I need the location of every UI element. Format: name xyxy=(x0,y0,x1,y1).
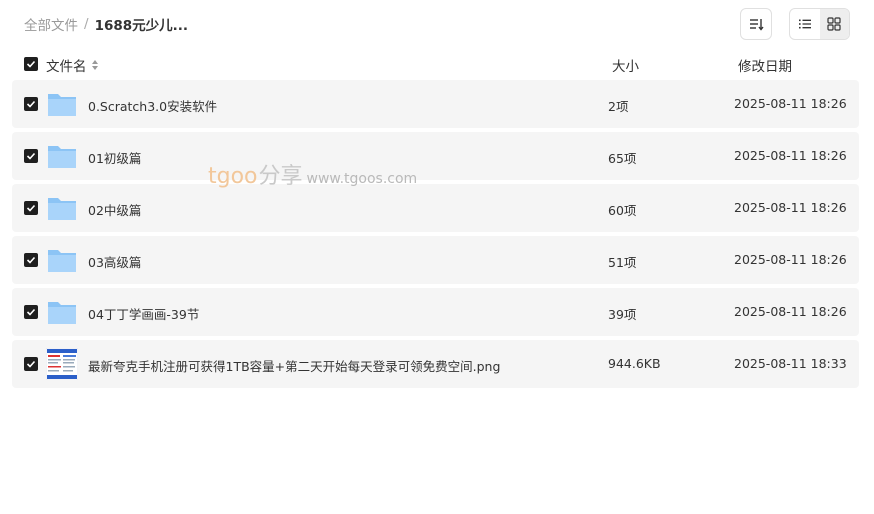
select-all-checkbox[interactable] xyxy=(24,57,38,71)
file-list: 0.Scratch3.0安装软件 2项 2025-08-11 18:26 01初… xyxy=(12,80,859,392)
check-icon xyxy=(26,360,36,368)
breadcrumb-root-link[interactable]: 全部文件 xyxy=(24,14,78,34)
name-column-header[interactable]: 文件名 xyxy=(46,55,100,75)
folder-icon xyxy=(48,250,76,272)
sort-icon xyxy=(750,19,764,31)
breadcrumb-separator: / xyxy=(84,16,89,32)
row-checkbox[interactable] xyxy=(24,357,38,371)
file-row[interactable]: 01初级篇 65项 2025-08-11 18:26 xyxy=(12,132,859,180)
file-row[interactable]: 03高级篇 51项 2025-08-11 18:26 xyxy=(12,236,859,284)
file-size: 2项 xyxy=(608,99,629,114)
table-header: 文件名 大小 修改日期 xyxy=(0,52,874,76)
file-size: 60项 xyxy=(608,203,637,218)
folder-icon xyxy=(48,146,76,168)
file-name[interactable]: 01初级篇 xyxy=(88,148,141,167)
row-checkbox[interactable] xyxy=(24,149,38,163)
list-view-button[interactable] xyxy=(790,9,820,39)
watermark: tgoo 分享 www.tgoos.com xyxy=(208,158,417,190)
file-name[interactable]: 0.Scratch3.0安装软件 xyxy=(88,96,217,115)
file-name[interactable]: 04丁丁学画画-39节 xyxy=(88,304,199,323)
file-name[interactable]: 最新夸克手机注册可获得1TB容量+第二天开始每天登录可领免费空间.png xyxy=(88,356,500,375)
check-icon xyxy=(26,204,36,212)
watermark-url: www.tgoos.com xyxy=(306,171,418,187)
row-checkbox[interactable] xyxy=(24,201,38,215)
folder-icon xyxy=(48,198,76,220)
file-name[interactable]: 02中级篇 xyxy=(88,200,141,219)
grid-view-icon xyxy=(827,17,841,31)
file-row[interactable]: 最新夸克手机注册可获得1TB容量+第二天开始每天登录可领免费空间.png 944… xyxy=(12,340,859,388)
file-size: 51项 xyxy=(608,255,637,270)
file-date: 2025-08-11 18:26 xyxy=(734,200,847,215)
file-date: 2025-08-11 18:26 xyxy=(734,252,847,267)
check-icon xyxy=(26,152,36,160)
watermark-brand: tgoo xyxy=(208,164,258,189)
file-date: 2025-08-11 18:33 xyxy=(734,356,847,371)
image-thumbnail-icon xyxy=(46,348,78,380)
file-row[interactable]: 04丁丁学画画-39节 39项 2025-08-11 18:26 xyxy=(12,288,859,336)
file-size: 65项 xyxy=(608,151,637,166)
file-date: 2025-08-11 18:26 xyxy=(734,96,847,111)
row-checkbox[interactable] xyxy=(24,97,38,111)
watermark-share-text: 分享 xyxy=(258,164,303,189)
breadcrumb-current: 1688元少儿... xyxy=(94,18,189,34)
sort-arrows-icon xyxy=(91,60,98,70)
check-icon xyxy=(26,60,36,68)
folder-icon xyxy=(48,94,76,116)
list-view-icon xyxy=(798,19,811,29)
size-column-header[interactable]: 大小 xyxy=(612,55,639,75)
grid-view-button[interactable] xyxy=(819,9,849,39)
row-checkbox[interactable] xyxy=(24,305,38,319)
sort-button[interactable] xyxy=(740,8,772,40)
folder-icon xyxy=(48,302,76,324)
view-toggle xyxy=(789,8,850,40)
file-name[interactable]: 03高级篇 xyxy=(88,252,141,271)
name-column-label: 文件名 xyxy=(46,59,87,75)
file-row[interactable]: 0.Scratch3.0安装软件 2项 2025-08-11 18:26 xyxy=(12,80,859,128)
file-row[interactable]: 02中级篇 60项 2025-08-11 18:26 xyxy=(12,184,859,232)
check-icon xyxy=(26,100,36,108)
date-column-header[interactable]: 修改日期 xyxy=(738,55,792,75)
check-icon xyxy=(26,256,36,264)
file-date: 2025-08-11 18:26 xyxy=(734,148,847,163)
check-icon xyxy=(26,308,36,316)
row-checkbox[interactable] xyxy=(24,253,38,267)
file-size: 944.6KB xyxy=(608,356,661,371)
file-size: 39项 xyxy=(608,307,637,322)
breadcrumb: 全部文件 / 1688元少儿... xyxy=(24,14,188,34)
file-date: 2025-08-11 18:26 xyxy=(734,304,847,319)
